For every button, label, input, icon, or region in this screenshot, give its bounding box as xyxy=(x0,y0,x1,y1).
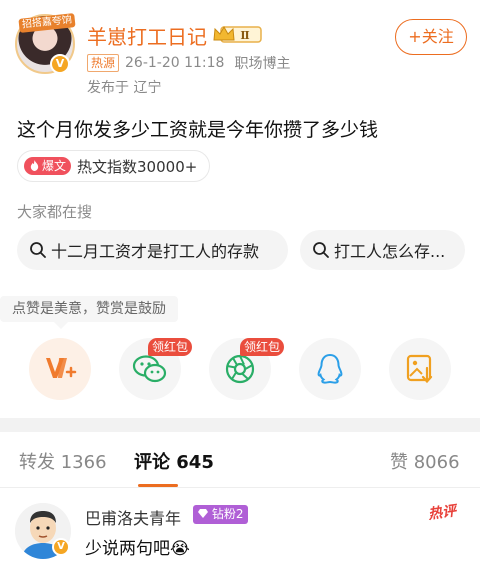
hot-comment-label: 热评 xyxy=(427,503,458,523)
trending-search-title: 大家都在搜 xyxy=(17,203,93,221)
search-chip-label: 打工人怎么存... xyxy=(334,242,446,261)
wechat-icon xyxy=(132,355,167,383)
qq-icon xyxy=(317,353,343,384)
tab-comment[interactable]: 评论 645 xyxy=(134,448,214,474)
hot-article-pill[interactable]: 爆文 热文指数30000+ xyxy=(17,150,211,182)
post-date: 26-1-20 11:18 xyxy=(125,55,225,71)
reward-button[interactable] xyxy=(29,338,91,400)
active-tab-indicator xyxy=(138,484,178,487)
tip-arrow xyxy=(54,322,68,329)
hot-badge-label: 爆文 xyxy=(42,159,67,173)
follow-button[interactable]: +关注 xyxy=(395,19,467,55)
save-image-icon xyxy=(406,354,433,384)
reward-icon xyxy=(46,358,77,378)
red-packet-tag: 领红包 xyxy=(240,338,285,356)
post-header: 招搭嘉夸饷 V 羊崽打工日记 Ⅱ 热源 26-1-20 11:18 职场博主 发… xyxy=(0,0,480,104)
diamond-icon xyxy=(198,509,208,518)
fan-badge-label: 钻粉2 xyxy=(211,507,244,521)
hot-article-badge: 爆文 xyxy=(24,157,72,175)
save-image-button[interactable] xyxy=(389,338,451,400)
post-location: 发布于 辽宁 xyxy=(87,80,162,96)
flame-icon xyxy=(30,160,39,171)
share-qq-button[interactable] xyxy=(299,338,361,400)
search-chip[interactable]: 十二月工资才是打工人的存款 xyxy=(17,230,288,270)
search-icon xyxy=(30,242,46,258)
verified-icon: V xyxy=(50,54,70,74)
section-divider xyxy=(0,418,480,432)
search-chip-label: 十二月工资才是打工人的存款 xyxy=(51,242,260,261)
post-text: 这个月你发多少工资就是今年你攒了多少钱 xyxy=(17,119,379,141)
moments-icon xyxy=(225,354,255,384)
meta-row: 热源 26-1-20 11:18 职场博主 xyxy=(87,53,290,73)
fan-badge: 钻粉2 xyxy=(193,505,249,524)
comment-text: 少说两句吧😭 xyxy=(85,539,190,559)
hot-source-tag: 热源 xyxy=(87,54,120,72)
verified-icon: V xyxy=(52,538,70,556)
tab-like[interactable]: 赞 8066 xyxy=(390,448,460,474)
author-title: 职场博主 xyxy=(234,56,291,72)
comment-username[interactable]: 巴甫洛夫青年 xyxy=(85,505,181,529)
search-chip[interactable]: 打工人怎么存... xyxy=(300,230,465,270)
avatar-ribbon: 招搭嘉夸饷 xyxy=(18,13,76,33)
member-crown-icon[interactable]: Ⅱ xyxy=(212,24,262,44)
author-name[interactable]: 羊崽打工日记 xyxy=(87,21,207,50)
tab-repost[interactable]: 转发 1366 xyxy=(19,448,107,474)
level-badge: Ⅱ xyxy=(240,29,249,42)
red-packet-tag: 领红包 xyxy=(148,338,193,356)
hot-index: 热文指数30000+ xyxy=(77,157,198,176)
reward-tip: 点赞是美意，赞赏是鼓励 xyxy=(0,296,178,322)
interaction-tabs: 转发 1366 评论 645 赞 8066 xyxy=(0,432,480,488)
search-icon xyxy=(313,242,329,258)
